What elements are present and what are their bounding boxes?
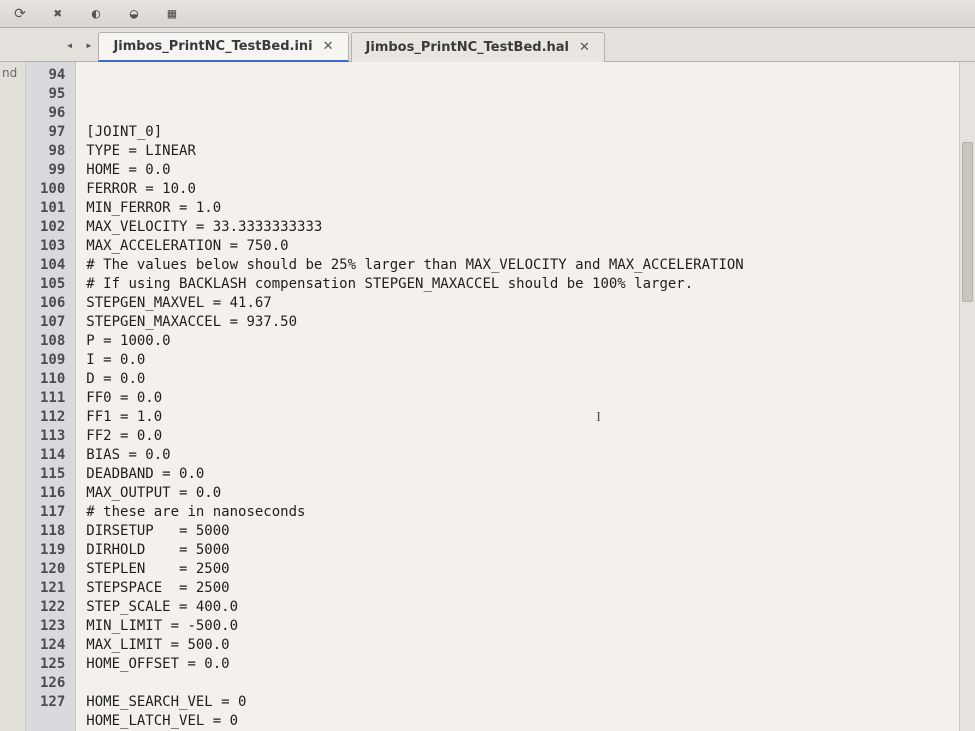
- code-line[interactable]: STEPGEN_MAXACCEL = 937.50: [86, 313, 949, 332]
- editor-area: nd 9495969798991001011021031041051061071…: [0, 62, 975, 731]
- code-line[interactable]: DEADBAND = 0.0: [86, 465, 949, 484]
- toolbar-icon[interactable]: ⟳: [10, 4, 30, 24]
- line-number: 123: [40, 617, 65, 636]
- line-number: 121: [40, 579, 65, 598]
- line-number: 124: [40, 636, 65, 655]
- code-line[interactable]: HOME_OFFSET = 0.0: [86, 655, 949, 674]
- code-line[interactable]: STEP_SCALE = 400.0: [86, 598, 949, 617]
- side-panel-fragment: nd: [2, 66, 23, 80]
- line-number-gutter: 9495969798991001011021031041051061071081…: [26, 62, 76, 731]
- line-number: 117: [40, 503, 65, 522]
- close-icon[interactable]: ✕: [323, 39, 334, 54]
- line-number: 101: [40, 199, 65, 218]
- code-line[interactable]: # The values below should be 25% larger …: [86, 256, 949, 275]
- tab-ini[interactable]: Jimbos_PrintNC_TestBed.ini ✕: [98, 32, 348, 62]
- code-line[interactable]: BIAS = 0.0: [86, 446, 949, 465]
- tab-nav-prev-icon[interactable]: ◂: [60, 38, 79, 52]
- line-number: 110: [40, 370, 65, 389]
- line-number: 127: [40, 693, 65, 712]
- toolbar-strip: ⟳ ✖ ◐ ◒ ▦: [0, 0, 975, 28]
- code-line[interactable]: MAX_LIMIT = 500.0: [86, 636, 949, 655]
- code-line[interactable]: HOME = 0.0: [86, 161, 949, 180]
- line-number: 126: [40, 674, 65, 693]
- line-number: 100: [40, 180, 65, 199]
- code-line[interactable]: MIN_FERROR = 1.0: [86, 199, 949, 218]
- line-number: 111: [40, 389, 65, 408]
- code-line[interactable]: # If using BACKLASH compensation STEPGEN…: [86, 275, 949, 294]
- code-line[interactable]: I = 0.0: [86, 351, 949, 370]
- scrollbar-thumb[interactable]: [962, 142, 973, 302]
- code-line[interactable]: FF2 = 0.0: [86, 427, 949, 446]
- code-line[interactable]: HOME_LATCH_VEL = 0: [86, 712, 949, 731]
- line-number: 96: [40, 104, 65, 123]
- side-panel: nd: [0, 62, 26, 731]
- code-line[interactable]: MAX_OUTPUT = 0.0: [86, 484, 949, 503]
- code-line[interactable]: MAX_VELOCITY = 33.3333333333: [86, 218, 949, 237]
- line-number: 115: [40, 465, 65, 484]
- code-line[interactable]: D = 0.0: [86, 370, 949, 389]
- code-line[interactable]: TYPE = LINEAR: [86, 142, 949, 161]
- line-number: 119: [40, 541, 65, 560]
- line-number: 118: [40, 522, 65, 541]
- code-line[interactable]: STEPGEN_MAXVEL = 41.67: [86, 294, 949, 313]
- line-number: 99: [40, 161, 65, 180]
- code-line[interactable]: DIRHOLD = 5000: [86, 541, 949, 560]
- line-number: 102: [40, 218, 65, 237]
- code-line[interactable]: FF1 = 1.0: [86, 408, 949, 427]
- line-number: 97: [40, 123, 65, 142]
- toolbar-icon[interactable]: ◐: [86, 4, 106, 24]
- line-number: 116: [40, 484, 65, 503]
- line-number: 98: [40, 142, 65, 161]
- code-line[interactable]: STEPLEN = 2500: [86, 560, 949, 579]
- code-line[interactable]: MIN_LIMIT = -500.0: [86, 617, 949, 636]
- line-number: 113: [40, 427, 65, 446]
- code-line[interactable]: [JOINT_0]: [86, 123, 949, 142]
- tab-label: Jimbos_PrintNC_TestBed.ini: [113, 39, 312, 54]
- code-line[interactable]: P = 1000.0: [86, 332, 949, 351]
- tab-hal[interactable]: Jimbos_PrintNC_TestBed.hal ✕: [351, 32, 605, 62]
- line-number: 94: [40, 66, 65, 85]
- tab-label: Jimbos_PrintNC_TestBed.hal: [366, 40, 569, 55]
- code-line[interactable]: HOME_SEARCH_VEL = 0: [86, 693, 949, 712]
- text-editor[interactable]: 9495969798991001011021031041051061071081…: [26, 62, 975, 731]
- toolbar-icon[interactable]: ✖: [48, 4, 68, 24]
- line-number: 104: [40, 256, 65, 275]
- line-number: 103: [40, 237, 65, 256]
- line-number: 112: [40, 408, 65, 427]
- line-number: 114: [40, 446, 65, 465]
- code-line[interactable]: [86, 674, 949, 693]
- toolbar-icon[interactable]: ◒: [124, 4, 144, 24]
- toolbar-icon[interactable]: ▦: [162, 4, 182, 24]
- line-number: 109: [40, 351, 65, 370]
- code-line[interactable]: STEPSPACE = 2500: [86, 579, 949, 598]
- line-number: 120: [40, 560, 65, 579]
- line-number: 125: [40, 655, 65, 674]
- line-number: 95: [40, 85, 65, 104]
- code-line[interactable]: MAX_ACCELERATION = 750.0: [86, 237, 949, 256]
- tab-bar: ◂ ▸ Jimbos_PrintNC_TestBed.ini ✕ Jimbos_…: [0, 28, 975, 62]
- line-number: 122: [40, 598, 65, 617]
- line-number: 106: [40, 294, 65, 313]
- code-line[interactable]: FERROR = 10.0: [86, 180, 949, 199]
- code-line[interactable]: FF0 = 0.0: [86, 389, 949, 408]
- line-number: 107: [40, 313, 65, 332]
- line-number: 105: [40, 275, 65, 294]
- tab-nav-next-icon[interactable]: ▸: [79, 38, 98, 52]
- code-content[interactable]: I [JOINT_0]TYPE = LINEARHOME = 0.0FERROR…: [76, 62, 959, 731]
- line-number: 108: [40, 332, 65, 351]
- code-line[interactable]: # these are in nanoseconds: [86, 503, 949, 522]
- close-icon[interactable]: ✕: [579, 40, 590, 55]
- code-line[interactable]: DIRSETUP = 5000: [86, 522, 949, 541]
- vertical-scrollbar[interactable]: [959, 62, 975, 731]
